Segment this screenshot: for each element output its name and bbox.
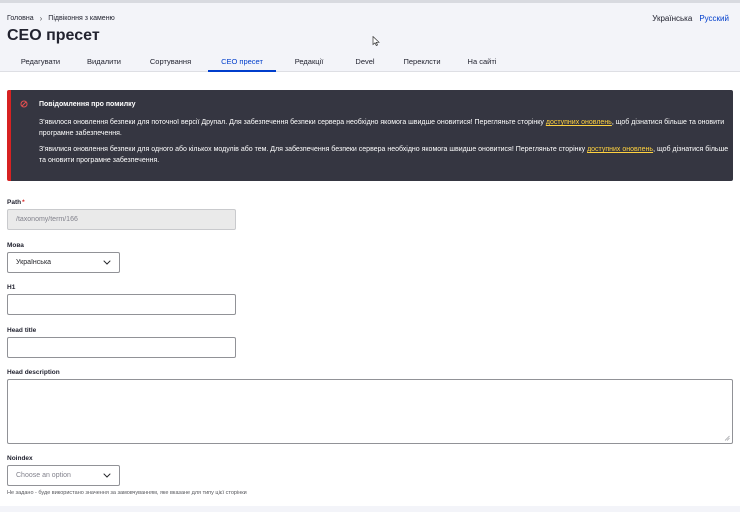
tab-translate[interactable]: Переклсти [398, 54, 446, 72]
tab-seo-preset[interactable]: СЕО пресет [208, 54, 276, 72]
breadcrumb-separator: › [39, 14, 43, 23]
error-message-title: Повідомлення про помилку [39, 101, 136, 108]
tab-delete[interactable]: Видалити [78, 54, 130, 72]
chevron-down-icon [103, 260, 111, 265]
head-description-textarea[interactable] [7, 379, 733, 444]
h1-label: H1 [7, 284, 16, 291]
language-switcher: Українська Русский [652, 14, 729, 23]
noindex-select[interactable]: Choose an option [7, 465, 120, 486]
error-message-text-1: З'явилося оновлення безпеки для поточної… [39, 118, 729, 139]
language-current[interactable]: Українська [652, 14, 692, 23]
bottom-strip [0, 506, 740, 512]
noindex-select-placeholder: Choose an option [16, 472, 71, 479]
path-label: Path* [7, 199, 25, 206]
breadcrumb-current-link[interactable]: Підвіконня з каменю [48, 15, 115, 22]
language-label: Мова [7, 242, 24, 249]
tab-on-site[interactable]: На сайті [462, 54, 502, 72]
tab-edit[interactable]: Редагувати [7, 54, 74, 72]
mouse-cursor-icon [372, 36, 380, 46]
resize-grip-icon[interactable] [724, 435, 730, 441]
page-header: Головна › Підвіконня з каменю Українська… [0, 3, 740, 72]
head-title-input[interactable] [7, 337, 236, 358]
head-title-label: Head title [7, 327, 37, 334]
breadcrumb: Головна › Підвіконня з каменю [7, 14, 115, 23]
path-input [7, 209, 236, 230]
tab-devel[interactable]: Devel [352, 54, 378, 72]
language-select[interactable]: Українська [7, 252, 120, 273]
available-updates-link-2[interactable]: доступних оновлень [587, 146, 653, 153]
available-updates-link-1[interactable]: доступних оновлень [546, 119, 612, 126]
chevron-down-icon [103, 473, 111, 478]
message-2-text-before: З'явилися оновлення безпеки для одного а… [39, 146, 588, 153]
page-title: СЕО пресет [7, 27, 100, 44]
head-description-label: Head description [7, 369, 60, 376]
language-other-link[interactable]: Русский [699, 14, 729, 23]
error-message-text-2: З'явилися оновлення безпеки для одного а… [39, 145, 729, 166]
tab-revisions[interactable]: Редакції [291, 54, 327, 72]
error-message: Повідомлення про помилку З'явилося оновл… [7, 90, 733, 181]
language-select-value: Українська [16, 259, 52, 266]
noindex-label: Noindex [7, 455, 33, 462]
h1-input[interactable] [7, 294, 236, 315]
required-mark: * [22, 199, 25, 206]
tabs-bar: Редагувати Видалити Сортування СЕО пресе… [0, 54, 502, 72]
breadcrumb-home-link[interactable]: Головна [7, 15, 34, 22]
tab-sorting[interactable]: Сортування [142, 54, 199, 72]
error-icon [20, 100, 28, 108]
message-1-text-before: З'явилося оновлення безпеки для поточної… [39, 119, 546, 126]
path-label-text: Path [7, 199, 22, 206]
noindex-help-text: Не задано - буде використано значення за… [7, 490, 247, 496]
